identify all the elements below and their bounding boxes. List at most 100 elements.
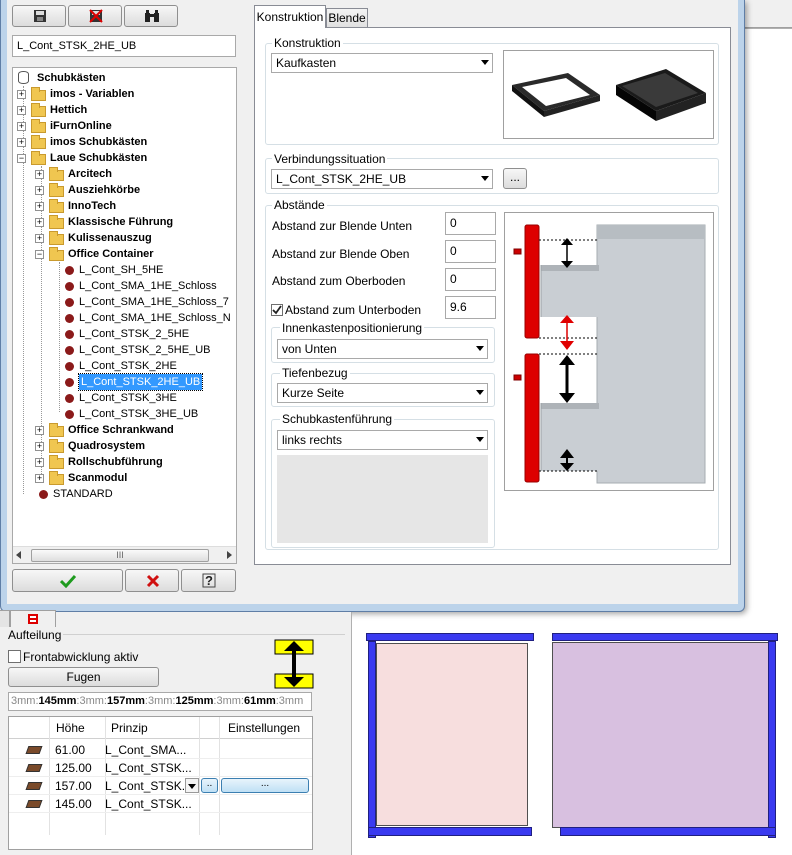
- tree-leaf-item[interactable]: L_Cont_SMA_1HE_Schloss_7: [79, 294, 229, 310]
- aufteilung-formula-input[interactable]: 3mm:145mm:3mm:157mm:3mm:125mm:3mm:61mm:3…: [8, 692, 312, 711]
- grid-col-prinzip-header[interactable]: Prinzip: [111, 721, 148, 735]
- tree-root[interactable]: Schubkästen: [37, 70, 105, 86]
- tab-blende[interactable]: Blende: [326, 8, 368, 27]
- folder-icon: [31, 103, 46, 117]
- delete-button[interactable]: [68, 5, 122, 27]
- aufteilung-grid[interactable]: Höhe Prinzip Einstellungen 61.00 L_Cont_S…: [8, 716, 313, 850]
- chevron-down-icon: [481, 60, 489, 65]
- tree-leaf-item[interactable]: L_Cont_STSK_3HE_UB: [79, 406, 198, 422]
- prinzip-dropdown-button[interactable]: [185, 778, 199, 793]
- cell-prinzip[interactable]: L_Cont_STSK...: [105, 761, 192, 775]
- tree-expander-icon[interactable]: −: [17, 154, 26, 163]
- tree-folder-item[interactable]: Office Container: [68, 246, 154, 262]
- grid-col-einstellungen-header[interactable]: Einstellungen: [228, 721, 300, 735]
- tree-leaf-item[interactable]: L_Cont_SMA_1HE_Schloss: [79, 278, 217, 294]
- front-right-top-bar: [552, 633, 778, 641]
- drawer-item-icon: [65, 410, 74, 419]
- tree-leaf-item[interactable]: L_Cont_STSK_2_5HE: [79, 326, 189, 342]
- tree-folder-item[interactable]: Office Schrankwand: [68, 422, 174, 438]
- tree-leaf-item[interactable]: L_Cont_STSK_3HE: [79, 390, 177, 406]
- search-button[interactable]: [124, 5, 178, 27]
- tree-leaf-item[interactable]: L_Cont_STSK_2HE_UB: [77, 373, 204, 391]
- tree-leaf-item[interactable]: STANDARD: [53, 486, 113, 502]
- tree-folder-item[interactable]: Ausziehkörbe: [68, 182, 140, 198]
- tree-folder-item[interactable]: Scanmodul: [68, 470, 127, 486]
- tree-leaf-item[interactable]: L_Cont_STSK_2HE: [79, 358, 177, 374]
- tree-expander-icon[interactable]: −: [35, 250, 44, 259]
- tree-folder-item[interactable]: Klassische Führung: [68, 214, 173, 230]
- tree-expander-icon[interactable]: +: [35, 442, 44, 451]
- row-small-button[interactable]: ..: [201, 778, 218, 793]
- table-row[interactable]: 157.00 L_Cont_STSK......: [9, 777, 312, 795]
- tree-expander-icon[interactable]: +: [17, 90, 26, 99]
- tree-folder-item[interactable]: imos - Variablen: [50, 86, 134, 102]
- resize-vertical-icon[interactable]: [274, 639, 314, 689]
- cell-prinzip[interactable]: L_Cont_STSK.: [105, 779, 185, 793]
- drawer-item-icon: [65, 362, 74, 371]
- verbindung-combo[interactable]: L_Cont_STSK_2HE_UB: [271, 169, 493, 189]
- cell-prinzip[interactable]: L_Cont_STSK...: [105, 797, 192, 811]
- tree-expander-icon[interactable]: +: [35, 426, 44, 435]
- tree-folder-item[interactable]: imos Schubkästen: [50, 134, 147, 150]
- cell-hoehe[interactable]: 145.00: [55, 797, 92, 811]
- tree-folder-item[interactable]: Hettich: [50, 102, 87, 118]
- cell-hoehe[interactable]: 125.00: [55, 761, 92, 775]
- tree-folder-item[interactable]: InnoTech: [68, 198, 116, 214]
- cell-hoehe[interactable]: 157.00: [55, 779, 92, 793]
- innenkasten-combo[interactable]: von Unten: [277, 339, 488, 359]
- tree-folder-item[interactable]: Arcitech: [68, 166, 112, 182]
- tree-leaf-item[interactable]: L_Cont_STSK_2_5HE_UB: [79, 342, 210, 358]
- fuehrung-combo[interactable]: links rechts: [277, 430, 488, 450]
- checkmark-icon: [272, 305, 282, 315]
- tree-folder-item[interactable]: Laue Schubkästen: [50, 150, 147, 166]
- frontabwicklung-checkbox[interactable]: [8, 650, 21, 663]
- tree-leaf-item[interactable]: L_Cont_SMA_1HE_Schloss_N: [79, 310, 231, 326]
- abstand-unterboden-input[interactable]: 9.6: [445, 296, 496, 319]
- tree-expander-icon[interactable]: +: [17, 138, 26, 147]
- cancel-button[interactable]: [125, 569, 179, 592]
- row-settings-button[interactable]: ...: [221, 778, 309, 793]
- abstand-unterboden-checkbox[interactable]: [271, 304, 283, 316]
- table-row[interactable]: 125.00 L_Cont_STSK...: [9, 759, 312, 777]
- table-row[interactable]: 145.00 L_Cont_STSK...: [9, 795, 312, 813]
- tree-expander-icon[interactable]: +: [35, 218, 44, 227]
- abstand-oberboden-input[interactable]: 0: [445, 268, 496, 291]
- group-tiefenbezug-label: Tiefenbezug: [280, 366, 350, 380]
- help-button[interactable]: ?: [181, 569, 236, 592]
- tree-expander-icon[interactable]: +: [35, 474, 44, 483]
- tree-expander-icon[interactable]: +: [35, 186, 44, 195]
- grid-col-hoehe-header[interactable]: Höhe: [56, 721, 85, 735]
- tiefenbezug-combo[interactable]: Kurze Seite: [277, 383, 488, 403]
- front-left-bottom-bar: [368, 827, 532, 836]
- tree-folder-item[interactable]: Quadrosystem: [68, 438, 145, 454]
- tree-leaf-item[interactable]: L_Cont_SH_5HE: [79, 262, 163, 278]
- konstruktion-combo[interactable]: Kaufkasten: [271, 53, 493, 73]
- tree-expander-icon[interactable]: +: [35, 202, 44, 211]
- verbindung-browse-button[interactable]: ...: [503, 168, 527, 189]
- tree-folder-item[interactable]: iFurnOnline: [50, 118, 112, 134]
- scroll-thumb[interactable]: III: [31, 549, 209, 562]
- abstand-blende-oben-input[interactable]: 0: [445, 240, 496, 263]
- tab-konstruktion[interactable]: Konstruktion: [254, 5, 326, 28]
- ok-button[interactable]: [12, 569, 123, 592]
- drawer-row-icon: [25, 800, 43, 808]
- bottom-tab[interactable]: [10, 610, 56, 627]
- scroll-left-arrow[interactable]: [16, 551, 21, 559]
- scroll-right-arrow[interactable]: [227, 551, 232, 559]
- abstand-blende-unten-input[interactable]: 0: [445, 212, 496, 235]
- tree-expander-icon[interactable]: +: [35, 234, 44, 243]
- fugen-button[interactable]: Fugen: [8, 667, 159, 687]
- cell-prinzip[interactable]: L_Cont_SMA...: [105, 743, 186, 757]
- tree-expander-icon[interactable]: +: [17, 106, 26, 115]
- tree-folder-item[interactable]: Rollschubführung: [68, 454, 163, 470]
- cell-hoehe[interactable]: 61.00: [55, 743, 85, 757]
- tree-expander-icon[interactable]: +: [17, 122, 26, 131]
- table-row[interactable]: 61.00 L_Cont_SMA...: [9, 741, 312, 759]
- tree-hscrollbar[interactable]: III: [13, 546, 236, 563]
- tree-expander-icon[interactable]: +: [35, 458, 44, 467]
- bottom-tab-left[interactable]: [0, 610, 10, 627]
- tree-expander-icon[interactable]: +: [35, 170, 44, 179]
- tree-folder-item[interactable]: Kulissenauszug: [68, 230, 152, 246]
- name-field[interactable]: L_Cont_STSK_2HE_UB: [12, 35, 236, 57]
- save-button[interactable]: [12, 5, 66, 27]
